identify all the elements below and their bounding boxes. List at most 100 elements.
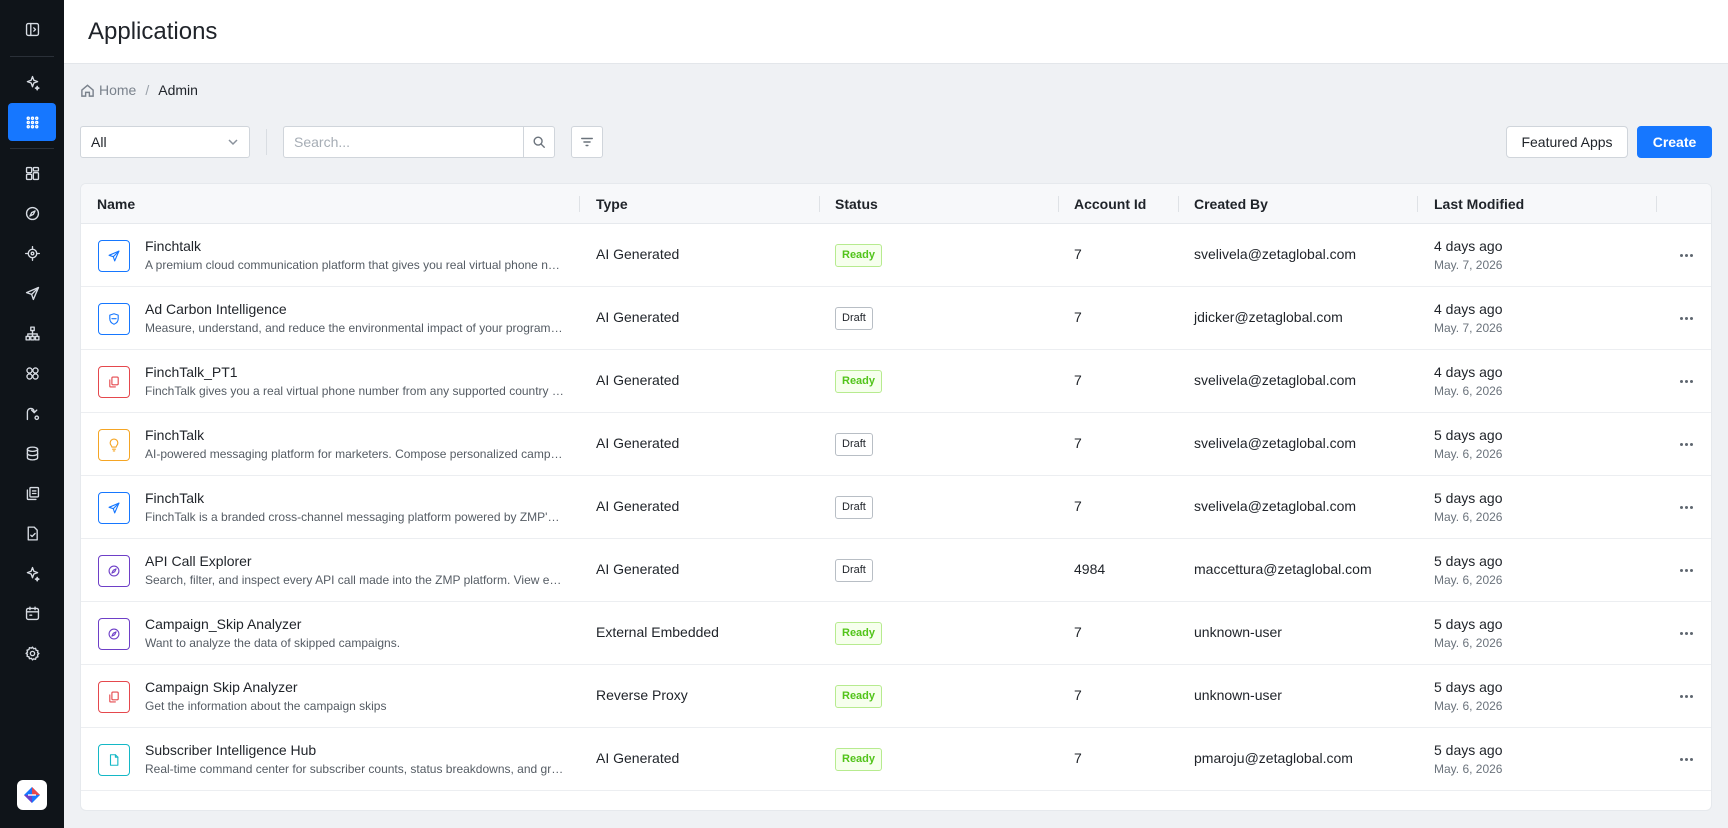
table-row[interactable]: Finchtalk A premium cloud communication p… <box>81 224 1711 287</box>
zeta-logo[interactable] <box>17 780 47 810</box>
filter-button[interactable] <box>571 126 603 158</box>
featured-apps-button[interactable]: Featured Apps <box>1506 126 1628 158</box>
create-button[interactable]: Create <box>1637 126 1712 158</box>
app-filter-select-value: All <box>91 134 107 150</box>
row-actions-button[interactable] <box>1676 498 1696 516</box>
table-row[interactable]: Campaign_Skip Analyzer Want to analyze th… <box>81 602 1711 665</box>
app-icon-tile <box>98 618 130 650</box>
sidebar-item-panel-toggle[interactable] <box>8 10 56 48</box>
chevron-down-icon <box>228 139 238 146</box>
column-divider[interactable] <box>1178 196 1179 212</box>
last-modified-date: May. 7, 2026 <box>1434 321 1503 335</box>
sidebar-item-settings[interactable] <box>8 634 56 672</box>
column-header-type[interactable]: Type <box>596 184 628 224</box>
more-dot-icon <box>1689 253 1693 257</box>
row-actions-button[interactable] <box>1676 624 1696 642</box>
app-name[interactable]: Campaign Skip Analyzer <box>145 679 298 695</box>
app-name[interactable]: Campaign_Skip Analyzer <box>145 616 301 632</box>
created-by: svelivela@zetaglobal.com <box>1194 498 1357 514</box>
app-name[interactable]: API Call Explorer <box>145 553 252 569</box>
sidebar-item-calendar[interactable] <box>8 594 56 632</box>
app-description: AI-powered messaging platform for market… <box>145 447 565 461</box>
column-header-account-id[interactable]: Account Id <box>1074 184 1146 224</box>
sidebar-item-target[interactable] <box>8 234 56 272</box>
app-name[interactable]: FinchTalk <box>145 427 204 443</box>
account-id: 7 <box>1074 624 1082 640</box>
table-row[interactable]: Campaign Skip Analyzer Get the informatio… <box>81 665 1711 728</box>
app-type: External Embedded <box>596 624 719 640</box>
last-modified-relative: 5 days ago <box>1434 742 1503 758</box>
more-dot-icon <box>1684 631 1688 635</box>
copy-icon <box>109 691 119 703</box>
breadcrumb-home-label: Home <box>99 82 137 98</box>
column-divider[interactable] <box>1417 196 1418 212</box>
sidebar-item-sparkle[interactable] <box>8 63 56 101</box>
table-row[interactable]: FinchTalk_PT1 FinchTalk gives you a real … <box>81 350 1711 413</box>
more-dot-icon <box>1684 568 1688 572</box>
app-description: Measure, understand, and reduce the envi… <box>145 321 565 335</box>
search-input[interactable] <box>283 126 523 158</box>
row-actions-button[interactable] <box>1676 435 1696 453</box>
sidebar-item-segments[interactable] <box>8 354 56 392</box>
account-id: 7 <box>1074 372 1082 388</box>
more-dot-icon <box>1684 316 1688 320</box>
search-button[interactable] <box>523 126 555 158</box>
row-actions-button[interactable] <box>1676 561 1696 579</box>
app-description: Get the information about the campaign s… <box>145 699 387 713</box>
sidebar-item-report[interactable] <box>8 514 56 552</box>
column-divider[interactable] <box>579 196 580 212</box>
app-icon-tile <box>98 366 130 398</box>
row-actions-button[interactable] <box>1676 372 1696 390</box>
app-name[interactable]: Subscriber Intelligence Hub <box>145 742 316 758</box>
table-row[interactable]: Ad Carbon Intelligence Measure, understan… <box>81 287 1711 350</box>
app-icon-tile <box>98 240 130 272</box>
table-row[interactable]: API Call Explorer Search, filter, and ins… <box>81 539 1711 602</box>
row-actions-button[interactable] <box>1676 750 1696 768</box>
sidebar-item-hierarchy[interactable] <box>8 314 56 352</box>
more-dot-icon <box>1689 757 1693 761</box>
table-row[interactable]: FinchTalk FinchTalk is a branded cross-ch… <box>81 476 1711 539</box>
sidebar-item-journey[interactable] <box>8 394 56 432</box>
row-actions-button[interactable] <box>1676 246 1696 264</box>
dashboard-icon <box>25 166 39 180</box>
column-header-last-modified[interactable]: Last Modified <box>1434 184 1524 224</box>
sidebar-item-dashboard[interactable] <box>8 154 56 192</box>
breadcrumb-home-link[interactable]: Home <box>80 82 136 98</box>
last-modified-relative: 5 days ago <box>1434 427 1503 443</box>
app-name[interactable]: Ad Carbon Intelligence <box>145 301 287 317</box>
sidebar-item-apps-grid[interactable] <box>8 103 56 141</box>
more-dot-icon <box>1684 442 1688 446</box>
panel-toggle-icon <box>25 22 39 36</box>
app-name[interactable]: FinchTalk_PT1 <box>145 364 238 380</box>
created-by: svelivela@zetaglobal.com <box>1194 435 1357 451</box>
account-id: 7 <box>1074 687 1082 703</box>
app-filter-select[interactable]: All <box>80 126 250 158</box>
app-type: AI Generated <box>596 435 680 451</box>
table-row[interactable]: Subscriber Intelligence Hub Real-time com… <box>81 728 1711 791</box>
app-name[interactable]: FinchTalk <box>145 490 204 506</box>
app-icon-tile <box>98 744 130 776</box>
file-icon <box>109 754 119 766</box>
sidebar-item-database[interactable] <box>8 434 56 472</box>
sidebar-item-sparkle[interactable] <box>8 554 56 592</box>
sidebar-item-compass[interactable] <box>8 194 56 232</box>
sidebar-item-library[interactable] <box>8 474 56 512</box>
sidebar-item-send[interactable] <box>8 274 56 312</box>
column-header-name[interactable]: Name <box>97 184 135 224</box>
account-id: 7 <box>1074 750 1082 766</box>
row-actions-button[interactable] <box>1676 309 1696 327</box>
database-icon <box>26 445 38 461</box>
more-dot-icon <box>1679 379 1683 383</box>
app-name[interactable]: Finchtalk <box>145 238 201 254</box>
column-header-status[interactable]: Status <box>835 184 878 224</box>
created-by: unknown-user <box>1194 624 1282 640</box>
table-row[interactable]: FinchTalk AI-powered messaging platform f… <box>81 413 1711 476</box>
created-by: svelivela@zetaglobal.com <box>1194 246 1357 262</box>
row-actions-button[interactable] <box>1676 687 1696 705</box>
status-badge: Draft <box>835 307 873 330</box>
applications-table: Name Type Status Account Id Created By L… <box>80 183 1712 811</box>
column-header-created-by[interactable]: Created By <box>1194 184 1268 224</box>
column-divider[interactable] <box>1058 196 1059 212</box>
column-divider[interactable] <box>1656 196 1657 212</box>
column-divider[interactable] <box>819 196 820 212</box>
